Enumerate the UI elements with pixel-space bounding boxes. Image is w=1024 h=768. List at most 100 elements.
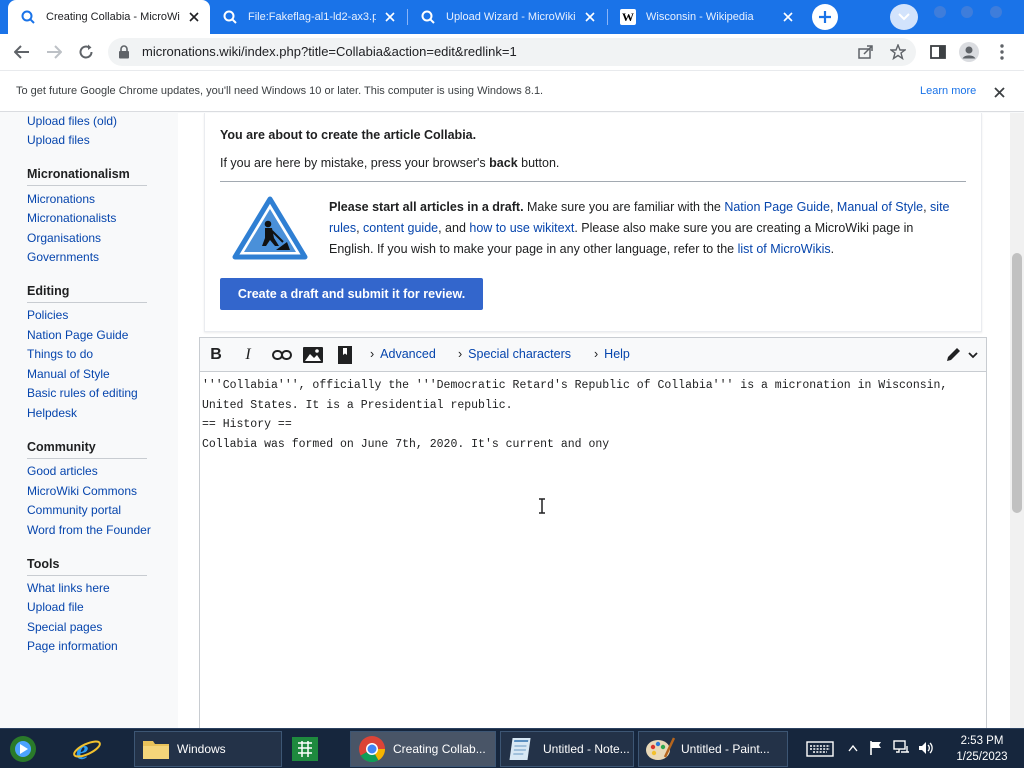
tab-file-fakeflag[interactable]: File:Fakeflag-al1-ld2-ax3.png - [210,0,406,34]
create-article-heading: You are about to create the article Coll… [220,128,477,142]
action-center-flag-icon[interactable] [869,740,883,756]
list-of-microwikis-link[interactable]: list of MicroWikis [738,242,831,256]
reload-button[interactable] [73,39,99,65]
sidebar-item-basic-rules[interactable]: Basic rules of editing [27,386,138,400]
lock-icon [118,45,130,62]
microwiki-favicon-icon [420,9,436,25]
profile-button[interactable] [956,39,982,65]
sidebar-item-policies[interactable]: Policies [27,308,68,322]
tab-search-button[interactable] [890,4,918,30]
close-window-button[interactable] [990,6,1002,18]
text-cursor-icon [538,498,546,517]
taskbar-item-label: Untitled - Paint... [681,742,770,756]
sidebar-item-micronations[interactable]: Micronations [27,192,95,206]
close-tab-icon[interactable] [780,9,796,25]
sidebar-item-micronationalists[interactable]: Micronationalists [27,211,116,225]
nation-page-guide-link[interactable]: Nation Page Guide [724,200,830,214]
link-icon[interactable] [270,343,294,367]
close-tab-icon[interactable] [382,9,398,25]
taskbar-item-paint[interactable]: Untitled - Paint... [638,731,788,767]
bookmark-star-icon[interactable] [889,44,907,60]
bold-icon[interactable]: B [204,343,228,367]
scrollbar-thumb[interactable] [1012,253,1022,513]
tab-special-characters[interactable]: › Special characters [458,347,571,361]
side-panel-button[interactable] [925,39,951,65]
touch-keyboard-icon[interactable] [806,741,834,757]
wikitext-help-link[interactable]: how to use wikitext [469,221,574,235]
paint-icon [645,734,675,764]
sidebar-item-page-information[interactable]: Page information [27,639,118,653]
editing-mode-menu[interactable] [941,343,981,367]
sidebar-item-upload-files-old[interactable]: Upload files (old) [27,114,117,128]
sidebar-item-organisations[interactable]: Organisations [27,231,101,245]
more-vertical-icon [1000,44,1004,60]
taskbar-item-label: Untitled - Note... [543,742,630,756]
image-icon[interactable] [301,343,325,367]
tab-advanced[interactable]: › Advanced [370,347,436,361]
learn-more-link[interactable]: Learn more [920,85,976,97]
editor-textarea[interactable]: '''Collabia''', officially the '''Democr… [202,376,982,454]
internet-explorer-button[interactable]: e [72,731,108,767]
sidebar-item-word-from-founder[interactable]: Word from the Founder [27,523,151,537]
avatar-icon [959,42,979,62]
sidebar-item-governments[interactable]: Governments [27,250,99,264]
tab-upload-wizard[interactable]: Upload Wizard - MicroWiki [408,0,606,34]
browser-tab-strip: Creating Collabia - MicroWiki File:Fakef… [0,0,1024,34]
sidebar-item-microwiki-commons[interactable]: MicroWiki Commons [27,484,137,498]
taskbar-item-windows[interactable]: Windows [134,731,282,767]
chevron-right-icon: › [370,347,375,361]
address-bar[interactable]: micronations.wiki/index.php?title=Collab… [108,38,916,66]
media-center-icon [8,734,38,764]
taskbar-item-notepad[interactable]: Untitled - Note... [500,731,634,767]
browser-toolbar: micronations.wiki/index.php?title=Collab… [0,34,1024,70]
sidebar-item-what-links-here[interactable]: What links here [27,581,110,595]
maximize-window-button[interactable] [961,6,973,18]
arrow-right-icon [47,45,62,59]
tab-help[interactable]: › Help [594,347,630,361]
sidebar-divider [27,185,147,186]
sidebar-item-things-to-do[interactable]: Things to do [27,347,93,361]
create-draft-button[interactable]: Create a draft and submit it for review. [220,278,483,310]
close-tab-icon[interactable] [582,9,598,25]
excel-icon [290,734,320,764]
sidebar-item-upload-file[interactable]: Upload file [27,600,84,614]
excel-button[interactable] [290,731,326,767]
volume-icon[interactable] [918,740,934,756]
network-icon[interactable] [893,740,911,756]
manual-of-style-link[interactable]: Manual of Style [837,200,923,214]
editor-line: Collabia was formed on June 7th, 2020. I… [202,437,610,451]
sidebar-item-special-pages[interactable]: Special pages [27,620,102,634]
tab-wisconsin-wikipedia[interactable]: W Wisconsin - Wikipedia [608,0,804,34]
sidebar-divider [27,458,147,459]
windows-media-center-button[interactable] [8,731,44,767]
microwiki-favicon-icon [222,9,238,25]
reload-icon [79,44,93,59]
editor-line: == History == [202,418,292,431]
close-info-bar-icon[interactable] [991,84,1007,100]
minimize-window-button[interactable] [934,6,946,18]
under-construction-icon [232,196,308,263]
italic-icon[interactable]: I [236,343,260,367]
taskbar-item-chrome[interactable]: Creating Collab... [350,731,496,767]
show-hidden-icons-icon[interactable] [848,744,858,752]
system-clock[interactable]: 2:53 PM 1/25/2023 [946,733,1018,765]
share-icon[interactable] [857,44,875,60]
reference-icon[interactable] [333,343,357,367]
wikipedia-favicon-icon: W [620,9,636,25]
forward-button[interactable] [41,39,67,65]
sidebar-item-upload-files[interactable]: Upload files [27,133,90,147]
back-button[interactable] [9,39,35,65]
clock-date: 1/25/2023 [956,751,1008,763]
sidebar-item-nation-page-guide[interactable]: Nation Page Guide [27,328,128,342]
editor-toolbar: B I › Advanced › Special characters › Help [200,338,986,372]
close-tab-icon[interactable] [186,9,202,25]
new-tab-button[interactable] [812,4,838,30]
sidebar-item-helpdesk[interactable]: Helpdesk [27,406,77,420]
tab-creating-collabia[interactable]: Creating Collabia - MicroWiki [8,0,210,34]
sidebar-item-good-articles[interactable]: Good articles [27,464,98,478]
content-guide-link[interactable]: content guide [363,221,438,235]
sidebar-item-manual-of-style[interactable]: Manual of Style [27,367,110,381]
page-scrollbar[interactable] [1010,113,1024,728]
sidebar-item-community-portal[interactable]: Community portal [27,503,121,517]
chrome-menu-button[interactable] [989,39,1015,65]
